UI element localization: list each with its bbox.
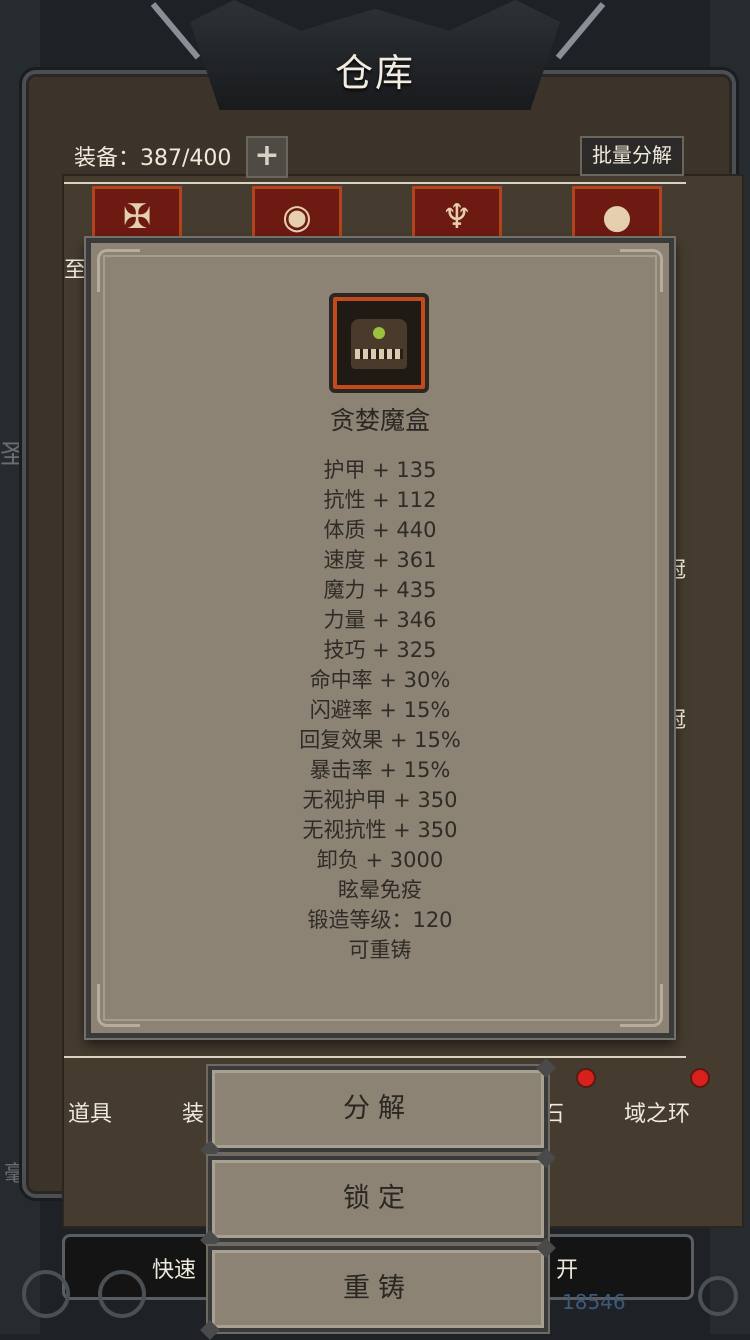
- stat-line: 闪避率 + 15%: [309, 698, 451, 722]
- add-icon[interactable]: [698, 1276, 738, 1316]
- expand-capacity-button[interactable]: +: [246, 136, 288, 178]
- stat-line: 护甲 + 135: [323, 458, 437, 482]
- gear-icon[interactable]: [22, 1270, 70, 1318]
- stat-line: 回复效果 + 15%: [299, 728, 461, 752]
- medal-icon: ✠: [122, 197, 152, 237]
- equip-count: 装备：387/400: [74, 146, 232, 171]
- demon-mask-icon: ♆: [441, 197, 473, 237]
- stat-line: 可重铸: [348, 938, 412, 962]
- lock-label: 锁定: [343, 1183, 413, 1214]
- notification-dot: [692, 1070, 708, 1086]
- corner-ornament: [620, 249, 663, 292]
- stat-line: 体质 + 440: [323, 518, 437, 542]
- bottom-divider: [64, 1056, 686, 1058]
- tab-items[interactable]: 道具: [68, 1096, 112, 1128]
- window-title: 仓库: [334, 51, 415, 95]
- notification-dot: [578, 1070, 594, 1086]
- dark-orb-icon: ●: [602, 197, 632, 237]
- top-divider: [64, 182, 686, 184]
- lock-button[interactable]: 锁定: [200, 1148, 556, 1250]
- stat-line: 暴击率 + 15%: [309, 758, 451, 782]
- button-nub: [200, 1320, 220, 1340]
- currency-amount: 18546: [562, 1290, 626, 1314]
- reforge-button[interactable]: 重铸: [200, 1238, 556, 1340]
- decompose-label: 分解: [343, 1093, 413, 1124]
- stat-line: 命中率 + 30%: [309, 668, 451, 692]
- gear-icon[interactable]: [98, 1270, 146, 1318]
- decompose-button[interactable]: 分解: [200, 1058, 556, 1160]
- leave-button-partial[interactable]: 开: [556, 1252, 578, 1284]
- stat-line: 卸负 + 3000: [316, 848, 444, 872]
- stat-line: 技巧 + 325: [323, 638, 437, 662]
- stat-line: 无视抗性 + 350: [302, 818, 458, 842]
- chest-teeth: [355, 349, 403, 359]
- item-tooltip: 贪婪魔盒 护甲 + 135 抗性 + 112 体质 + 440 速度 + 361…: [86, 238, 674, 1038]
- tab-equip[interactable]: 装: [182, 1096, 204, 1128]
- amulet-icon: ◉: [282, 197, 312, 237]
- slot-label-partial: 至: [64, 258, 87, 283]
- mimic-chest-icon: [329, 293, 429, 393]
- reforge-label: 重铸: [343, 1273, 413, 1304]
- chest-eye: [373, 327, 385, 339]
- corner-ornament: [97, 984, 140, 1027]
- stat-line: 速度 + 361: [323, 548, 437, 572]
- item-name: 贪婪魔盒: [329, 406, 430, 435]
- quick-button-partial[interactable]: 快速: [152, 1252, 196, 1284]
- stat-line: 抗性 + 112: [323, 488, 437, 512]
- stat-line: 力量 + 346: [323, 608, 437, 632]
- tab-ring[interactable]: 域之环: [624, 1096, 690, 1128]
- corner-ornament: [97, 249, 140, 292]
- stat-line: 锻造等级：120: [307, 908, 453, 932]
- stat-line: 眩晕免疫: [338, 878, 422, 902]
- stat-line: 无视护甲 + 350: [302, 788, 458, 812]
- corner-ornament: [620, 984, 663, 1027]
- stat-line: 魔力 + 435: [323, 578, 437, 602]
- batch-decompose-button[interactable]: 批量分解: [580, 136, 684, 176]
- stat-list: 护甲 + 135 抗性 + 112 体质 + 440 速度 + 361 魔力 +…: [91, 455, 669, 965]
